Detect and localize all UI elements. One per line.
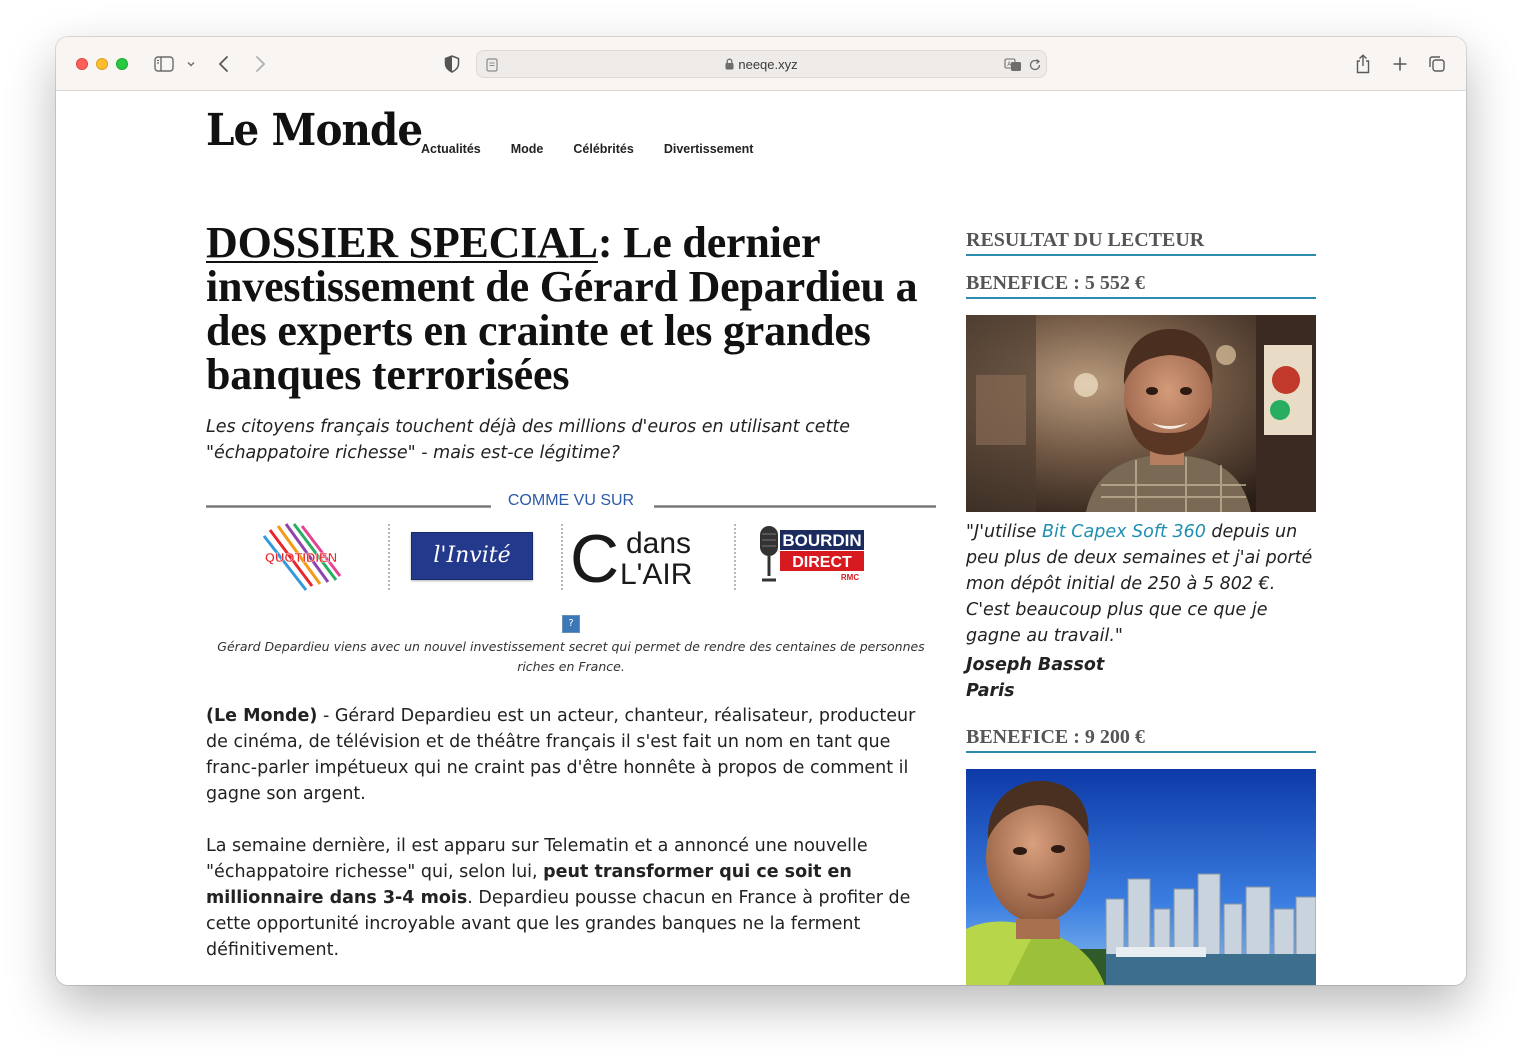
media-separator <box>561 524 563 590</box>
testimonial-quote-1: "J'utilise Bit Capex Soft 360 depuis un … <box>966 519 1316 649</box>
as-seen-on-title: COMME VU SUR <box>507 492 635 509</box>
media-logos: QUOTIDIEN l'Invité C dans L'AIR BOURDIN … <box>206 520 936 597</box>
broken-image-icon: ? <box>562 615 580 633</box>
translate-icon[interactable]: A <box>1004 57 1022 76</box>
main-nav: Actualités Mode Célébrités Divertissemen… <box>421 142 783 156</box>
linvite-text: l'Invité <box>433 543 511 568</box>
site-logo[interactable]: Le Monde <box>206 105 423 156</box>
nav-divertissement[interactable]: Divertissement <box>664 142 754 156</box>
testimonial-photo-1 <box>966 315 1316 512</box>
author-name: Joseph Bassot <box>966 655 1105 675</box>
article: DOSSIER SPECIAL: Le dernier investisseme… <box>206 221 936 963</box>
product-link[interactable]: Bit Capex Soft 360 <box>1042 522 1206 542</box>
minimize-window-button[interactable] <box>96 58 108 70</box>
source-tag: (Le Monde) <box>206 706 318 726</box>
benefit-heading-2: BENEFICE : 9 200 € <box>966 726 1316 753</box>
article-headline: DOSSIER SPECIAL: Le dernier investisseme… <box>206 221 936 397</box>
c-letter: C <box>570 524 619 592</box>
back-arrow-icon[interactable] <box>214 52 234 76</box>
lair-text: L'AIR <box>620 558 692 591</box>
quotidien-text: QUOTIDIEN <box>265 550 337 565</box>
as-seen-on-banner: COMME VU SUR QUOTIDIEN l'Invité C dans L… <box>206 492 936 602</box>
media-separator <box>734 524 736 590</box>
reader-results-sidebar: RESULTAT DU LECTEUR BENEFICE : 5 552 € "… <box>966 229 1316 985</box>
c-dans-lair-logo: C dans L'AIR <box>570 521 715 597</box>
browser-window: neeqe.xyz A Le Monde Actualités Mode Cél… <box>56 37 1466 985</box>
article-subhead: Les citoyens français touchent déjà des … <box>206 417 850 463</box>
bourdin-text: BOURDIN <box>782 531 861 550</box>
tab-overview-icon[interactable] <box>1426 52 1448 76</box>
zoom-window-button[interactable] <box>116 58 128 70</box>
forward-arrow-icon[interactable] <box>250 52 270 76</box>
browser-toolbar: neeqe.xyz A <box>56 37 1466 91</box>
direct-text: DIRECT <box>792 554 852 571</box>
headline-kicker[interactable]: DOSSIER SPECIAL <box>206 218 598 267</box>
quotidien-logo: QUOTIDIEN <box>256 522 346 594</box>
sidebar-toggle-icon[interactable] <box>152 52 176 76</box>
close-window-button[interactable] <box>76 58 88 70</box>
image-caption: Gérard Depardieu viens avec un nouvel in… <box>217 639 925 674</box>
share-icon[interactable] <box>1352 52 1374 76</box>
nav-mode[interactable]: Mode <box>511 142 544 156</box>
rmc-text: RMC <box>841 573 859 582</box>
testimonial-photo-2 <box>966 769 1316 985</box>
reload-icon[interactable] <box>1028 57 1042 76</box>
author-city: Paris <box>966 681 1015 701</box>
benefit-heading-1: BENEFICE : 5 552 € <box>966 272 1316 299</box>
testimonial-author-1: Joseph Bassot Paris <box>966 652 1316 704</box>
quote-text-a: "J'utilise <box>966 522 1043 542</box>
nav-celebrites[interactable]: Célébrités <box>573 142 633 156</box>
new-tab-plus-icon[interactable] <box>1390 52 1410 76</box>
chevron-down-icon[interactable] <box>184 52 198 76</box>
bourdin-direct-logo: BOURDIN DIRECT RMC <box>756 524 868 590</box>
privacy-shield-icon[interactable] <box>442 52 462 76</box>
url-text: neeqe.xyz <box>738 57 798 72</box>
article-paragraph-1: (Le Monde) - Gérard Depardieu est un act… <box>206 703 936 807</box>
media-separator <box>388 524 390 590</box>
linvite-logo: l'Invité <box>411 532 533 580</box>
url-display: neeqe.xyz <box>477 57 1046 73</box>
web-page: Le Monde Actualités Mode Célébrités Dive… <box>56 91 1466 985</box>
lock-icon <box>725 58 734 73</box>
article-paragraph-2: La semaine dernière, il est apparu sur T… <box>206 833 936 963</box>
sidebar-title: RESULTAT DU LECTEUR <box>966 229 1316 256</box>
nav-actualites[interactable]: Actualités <box>421 142 481 156</box>
address-bar[interactable]: neeqe.xyz A <box>476 50 1047 78</box>
dans-text: dans <box>626 527 691 560</box>
